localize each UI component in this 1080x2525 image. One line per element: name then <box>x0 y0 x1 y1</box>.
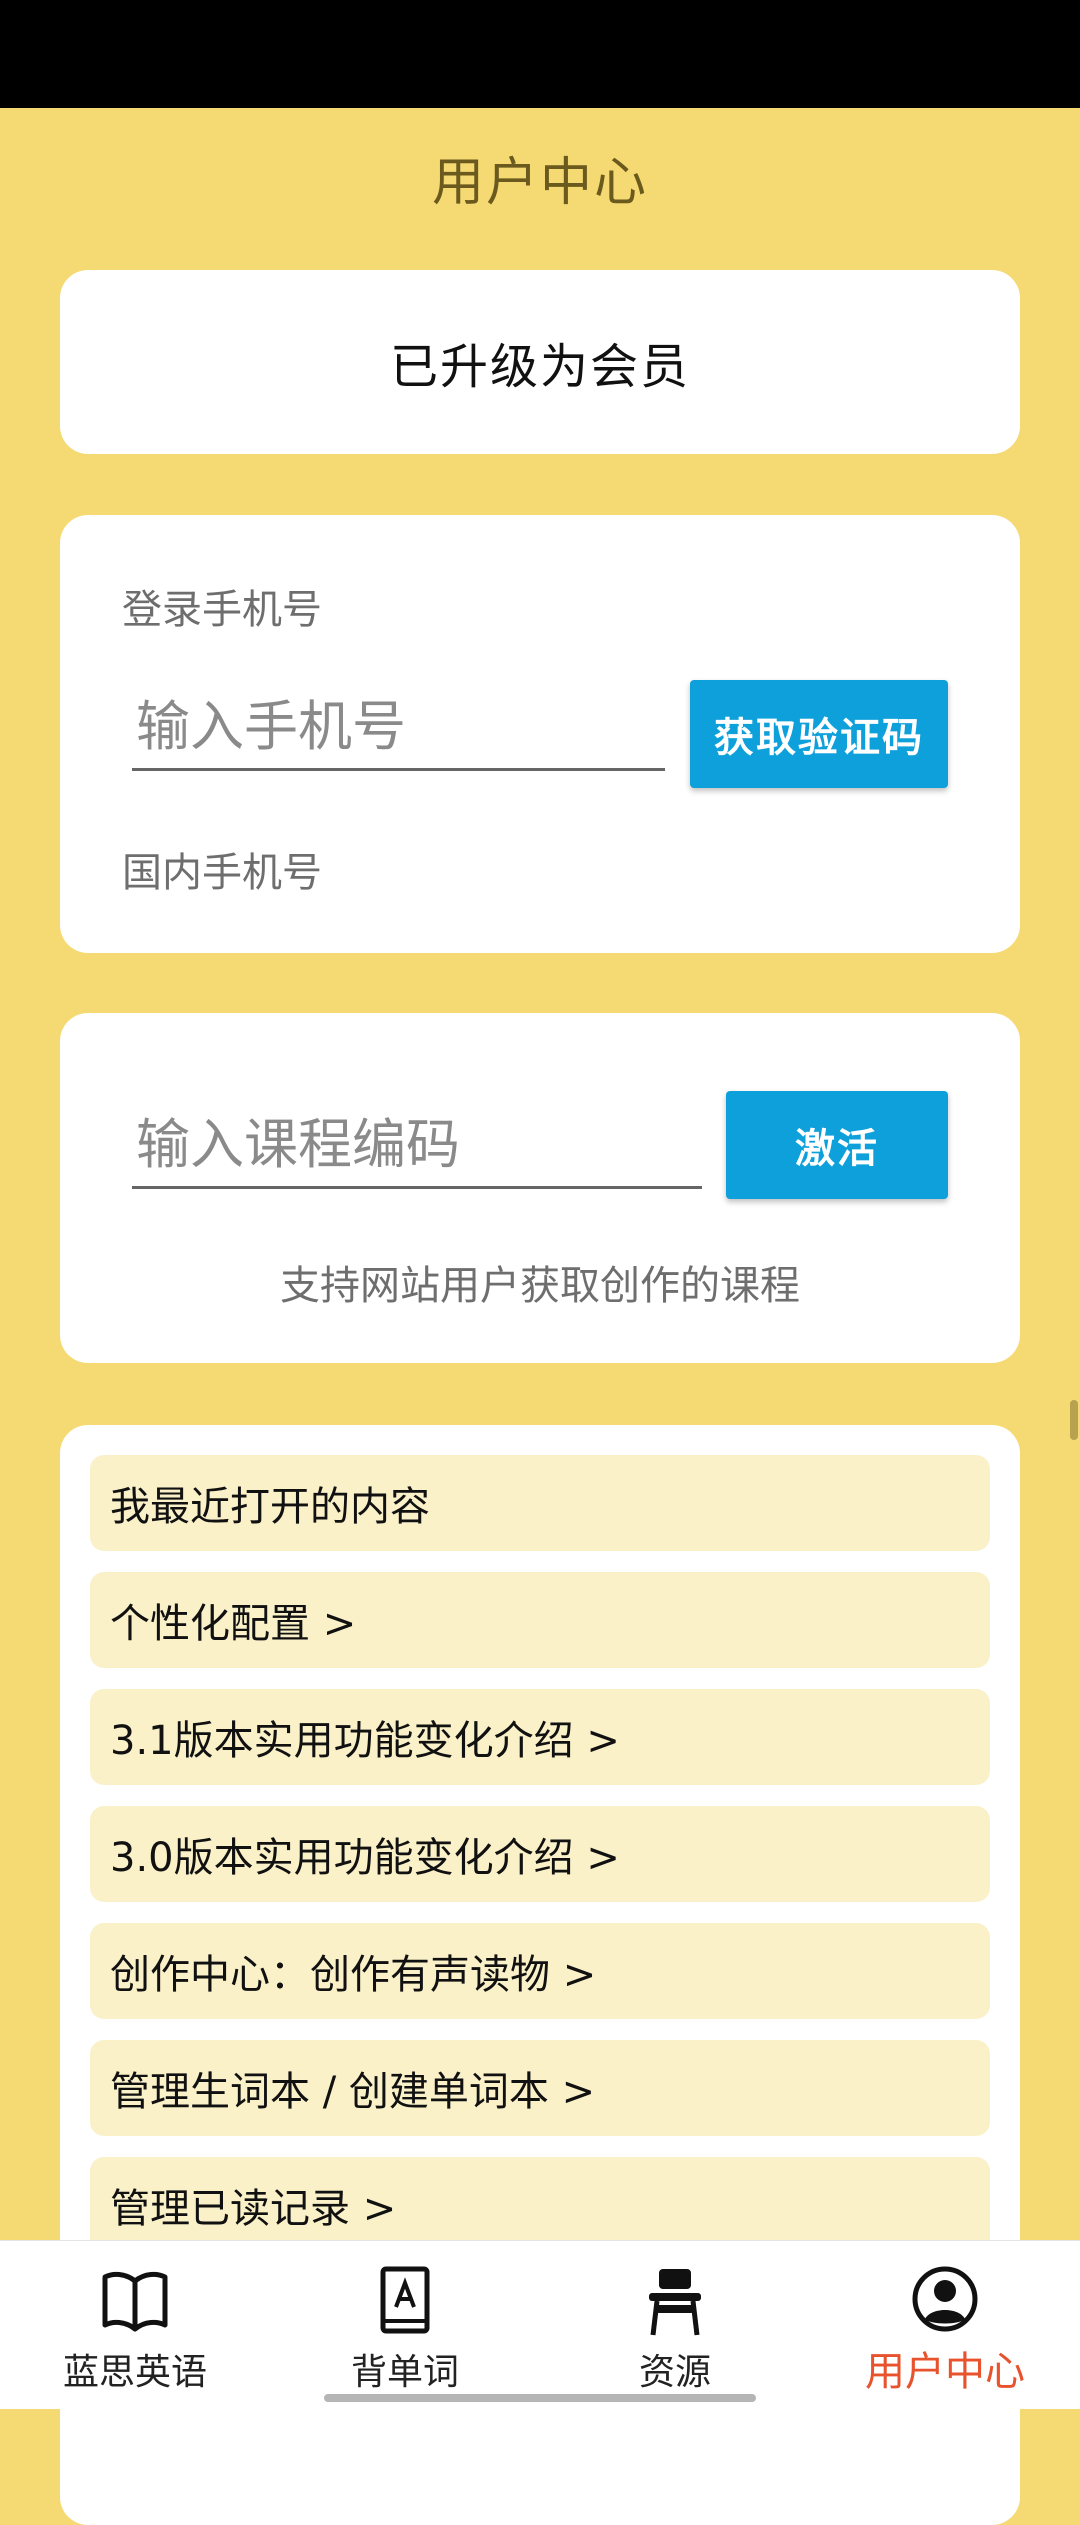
phone-input[interactable] <box>132 695 669 768</box>
book-open-icon <box>0 2261 270 2341</box>
menu-item-recent-content[interactable]: 我最近打开的内容 <box>90 1455 990 1551</box>
phone-input-container <box>132 695 669 771</box>
login-card: 登录手机号 获取验证码 国内手机号 <box>60 515 1020 953</box>
course-activation-card: 激活 支持网站用户获取创作的课程 <box>60 1013 1020 1363</box>
menu-item-v31-features[interactable]: 3.1版本实用功能变化介绍 > <box>90 1689 990 1785</box>
activate-button[interactable]: 激活 <box>726 1091 948 1199</box>
phone-hint: 国内手机号 <box>122 850 322 896</box>
vocab-book-icon <box>270 2261 540 2341</box>
desk-chair-icon <box>540 2261 810 2341</box>
menu-item-manage-wordbook[interactable]: 管理生词本 / 创建单词本 > <box>90 2040 990 2136</box>
nav-tab-vocabulary[interactable]: 背单词 <box>270 2241 540 2409</box>
menu-item-read-history[interactable]: 管理已读记录 > <box>90 2157 990 2253</box>
phone-login-label: 登录手机号 <box>122 587 322 633</box>
nav-label: 蓝思英语 <box>62 2352 207 2393</box>
menu-item-v30-features[interactable]: 3.0版本实用功能变化介绍 > <box>90 1806 990 1902</box>
bottom-nav: 蓝思英语 背单词 资源 用户中心 <box>0 2240 1080 2409</box>
nav-label: 用户中心 <box>865 2349 1025 2395</box>
nav-tab-user-center[interactable]: 用户中心 <box>810 2241 1080 2409</box>
course-hint: 支持网站用户获取创作的课程 <box>280 1263 800 1309</box>
member-status-text: 已升级为会员 <box>389 339 690 395</box>
nav-tab-lexile-english[interactable]: 蓝思英语 <box>0 2241 270 2409</box>
menu-item-personalization[interactable]: 个性化配置 > <box>90 1572 990 1668</box>
page-title: 用户中心 <box>431 153 648 213</box>
status-bar <box>0 0 1080 108</box>
user-circle-icon <box>810 2261 1080 2341</box>
home-indicator[interactable] <box>324 2394 756 2402</box>
scrollbar[interactable] <box>1070 1400 1078 1440</box>
nav-label: 背单词 <box>350 2352 459 2393</box>
get-verification-code-button[interactable]: 获取验证码 <box>690 680 948 788</box>
nav-tab-resources[interactable]: 资源 <box>540 2241 810 2409</box>
nav-label: 资源 <box>638 2352 711 2393</box>
menu-item-creation-center[interactable]: 创作中心：创作有声读物 > <box>90 1923 990 2019</box>
member-status-card: 已升级为会员 <box>60 270 1020 454</box>
course-code-input-container <box>132 1113 706 1189</box>
course-code-input[interactable] <box>132 1113 706 1186</box>
